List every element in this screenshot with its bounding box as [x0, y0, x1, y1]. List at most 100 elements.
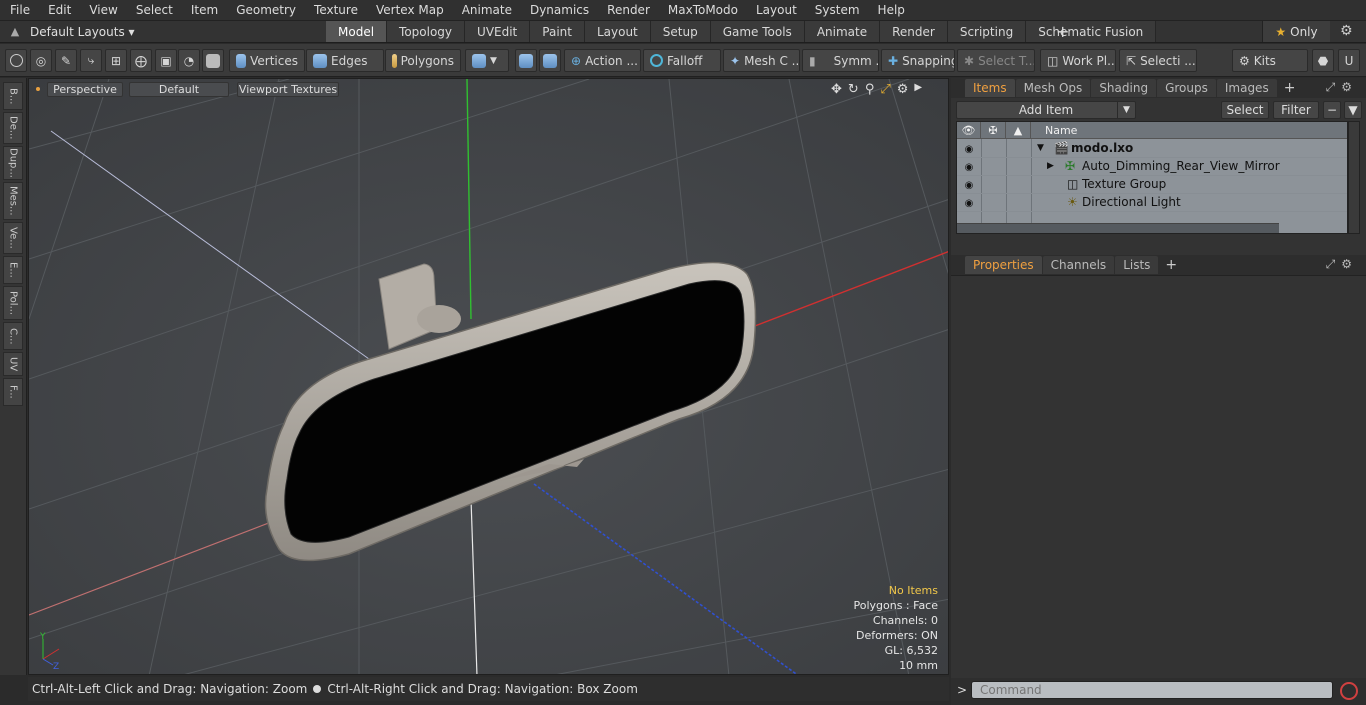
tab-render[interactable]: Render — [880, 21, 948, 42]
expand-down-icon[interactable]: ▼ — [1037, 143, 1044, 153]
unreal-button[interactable]: U — [1338, 49, 1360, 72]
snapping-button[interactable]: ✚ Snapping — [881, 49, 955, 72]
only-toggle[interactable]: ★ Only — [1262, 21, 1330, 42]
tab-schematic-fusion[interactable]: Schematic Fusion — [1026, 21, 1157, 42]
panel-options-icon[interactable]: ⤢⚙ — [1326, 257, 1358, 272]
menu-layout[interactable]: Layout — [746, 3, 805, 17]
tab-game-tools[interactable]: Game Tools — [710, 21, 805, 42]
center-button[interactable]: ⨁ — [130, 49, 152, 72]
tab-uvedit[interactable]: UVEdit — [465, 21, 531, 42]
menu-help[interactable]: Help — [868, 3, 913, 17]
vertices-button[interactable]: Vertices — [229, 49, 305, 72]
select-through-button[interactable]: ✱ Select T... — [957, 49, 1035, 72]
material-mode-button[interactable]: ▼ — [465, 49, 509, 72]
viewport-gear-icon[interactable]: ⚙ — [897, 82, 909, 97]
symmetry-a-button[interactable] — [515, 49, 537, 72]
vertical-scrollbar[interactable] — [1348, 121, 1360, 234]
kits-button[interactable]: ⚙ Kits — [1232, 49, 1308, 72]
collapse-button[interactable]: − — [1323, 101, 1341, 119]
strip-mesh-edit[interactable]: Mes... — [3, 182, 23, 220]
action-center-button[interactable]: ⊕ Action ... — [564, 49, 641, 72]
tab-shading[interactable]: Shading — [1091, 79, 1157, 97]
item-mode-button[interactable] — [202, 49, 224, 72]
menu-select[interactable]: Select — [126, 3, 181, 17]
edges-button[interactable]: Edges — [306, 49, 384, 72]
strip-uv[interactable]: UV — [3, 352, 23, 376]
viewport-menu-dot-icon[interactable] — [36, 87, 40, 91]
tab-layout[interactable]: Layout — [584, 21, 651, 42]
menu-vertex-map[interactable]: Vertex Map — [366, 3, 452, 17]
lock-column-icon[interactable]: ✠ — [981, 122, 1006, 139]
menu-geometry[interactable]: Geometry — [226, 3, 304, 17]
item-tree[interactable]: 👁 ✠ ▲ Name ◉ ▼ 🎬 modo.lxo ◉ ▶ ✠ Auto_Dim… — [956, 121, 1348, 234]
chevron-down-icon[interactable]: ▼ — [1117, 102, 1135, 118]
pen-button[interactable]: ✎ — [55, 49, 77, 72]
tab-topology[interactable]: Topology — [387, 21, 466, 42]
default-layouts-dropdown[interactable]: Default Layouts ▾ — [30, 25, 140, 39]
expand-right-icon[interactable]: ▶ — [1047, 161, 1054, 171]
strip-curve[interactable]: C... — [3, 322, 23, 350]
menu-texture[interactable]: Texture — [304, 3, 366, 17]
eye-icon[interactable]: ◉ — [961, 159, 977, 175]
tree-row-texture-group[interactable]: ◉ ◫ Texture Group — [957, 176, 1347, 194]
gear-icon[interactable]: ⚙ — [1340, 23, 1353, 39]
tree-row-scene[interactable]: ◉ ▼ 🎬 modo.lxo — [957, 140, 1347, 158]
selection-sets-button[interactable]: ⇱ Selecti ... — [1119, 49, 1197, 72]
panel-options-icon[interactable]: ⤢⚙ — [1326, 80, 1358, 95]
menu-item[interactable]: Item — [181, 3, 226, 17]
command-input[interactable] — [971, 681, 1333, 699]
menu-system[interactable]: System — [805, 3, 868, 17]
tab-paint[interactable]: Paint — [530, 21, 585, 42]
add-item-button[interactable]: Add Item ▼ — [956, 101, 1136, 119]
menu-maxtomodo[interactable]: MaxToModo — [658, 3, 746, 17]
shading-style-button[interactable]: Default — [129, 82, 229, 97]
menu-edit[interactable]: Edit — [38, 3, 79, 17]
add-tab-icon[interactable]: + — [1056, 22, 1069, 41]
funnel-button[interactable]: ▼ — [1344, 101, 1362, 119]
strip-duplicate[interactable]: Dup... — [3, 146, 23, 180]
snap-square-button[interactable]: ▣ — [155, 49, 177, 72]
rotate-button[interactable]: ◔ — [178, 49, 200, 72]
viewport-scene[interactable]: Y Z — [29, 79, 949, 675]
select-button[interactable]: Select — [1221, 101, 1269, 119]
tab-model[interactable]: Model — [326, 21, 388, 42]
3d-viewport[interactable]: Y Z Perspective Default Viewport Texture… — [28, 78, 949, 675]
transform-button[interactable]: ⊞ — [105, 49, 127, 72]
move-icon[interactable]: ✥ — [831, 82, 842, 97]
strip-polygon[interactable]: Pol... — [3, 286, 23, 320]
viewport-textures-button[interactable]: Viewport Textures — [237, 82, 339, 97]
tab-setup[interactable]: Setup — [650, 21, 711, 42]
type-column-icon[interactable]: ▲ — [1006, 122, 1031, 139]
play-icon[interactable]: ▶ — [914, 82, 922, 97]
strip-fusion[interactable]: F... — [3, 378, 23, 406]
tab-scripting[interactable]: Scripting — [947, 21, 1027, 42]
symmetry-button[interactable]: ▮ Symm ... — [802, 49, 879, 72]
orbit-icon[interactable]: ↻ — [848, 82, 859, 97]
falloff-button[interactable]: Falloff — [643, 49, 721, 72]
tab-channels[interactable]: Channels — [1042, 256, 1115, 274]
perspective-button[interactable]: Perspective — [47, 82, 123, 97]
tab-animate[interactable]: Animate — [804, 21, 881, 42]
symmetry-b-button[interactable] — [539, 49, 561, 72]
eye-icon[interactable]: ◉ — [961, 141, 977, 157]
brush-button[interactable]: ⤷ — [80, 49, 102, 72]
menu-animate[interactable]: Animate — [452, 3, 520, 17]
tab-properties[interactable]: Properties — [965, 256, 1042, 274]
select-mode-button[interactable] — [5, 49, 27, 72]
work-plane-button[interactable]: ◫ Work Pl... — [1040, 49, 1116, 72]
unity-button[interactable]: ⬣ — [1312, 49, 1334, 72]
mesh-constraints-button[interactable]: ✦ Mesh C ... — [723, 49, 800, 72]
strip-basic[interactable]: B... — [3, 82, 23, 110]
menu-dynamics[interactable]: Dynamics — [520, 3, 597, 17]
name-column-header[interactable]: Name — [1031, 122, 1347, 139]
menu-view[interactable]: View — [79, 3, 125, 17]
visibility-column-icon[interactable]: 👁 — [957, 122, 981, 139]
eye-icon[interactable]: ◉ — [961, 195, 977, 211]
tab-mesh-ops[interactable]: Mesh Ops — [1015, 79, 1091, 97]
filter-button[interactable]: Filter — [1273, 101, 1319, 119]
maximize-icon[interactable]: ⤢ — [880, 82, 890, 97]
add-panel-tab-icon[interactable]: + — [1284, 80, 1296, 96]
menu-file[interactable]: File — [0, 3, 38, 17]
strip-edge[interactable]: E... — [3, 256, 23, 284]
tab-items[interactable]: Items — [965, 79, 1015, 97]
